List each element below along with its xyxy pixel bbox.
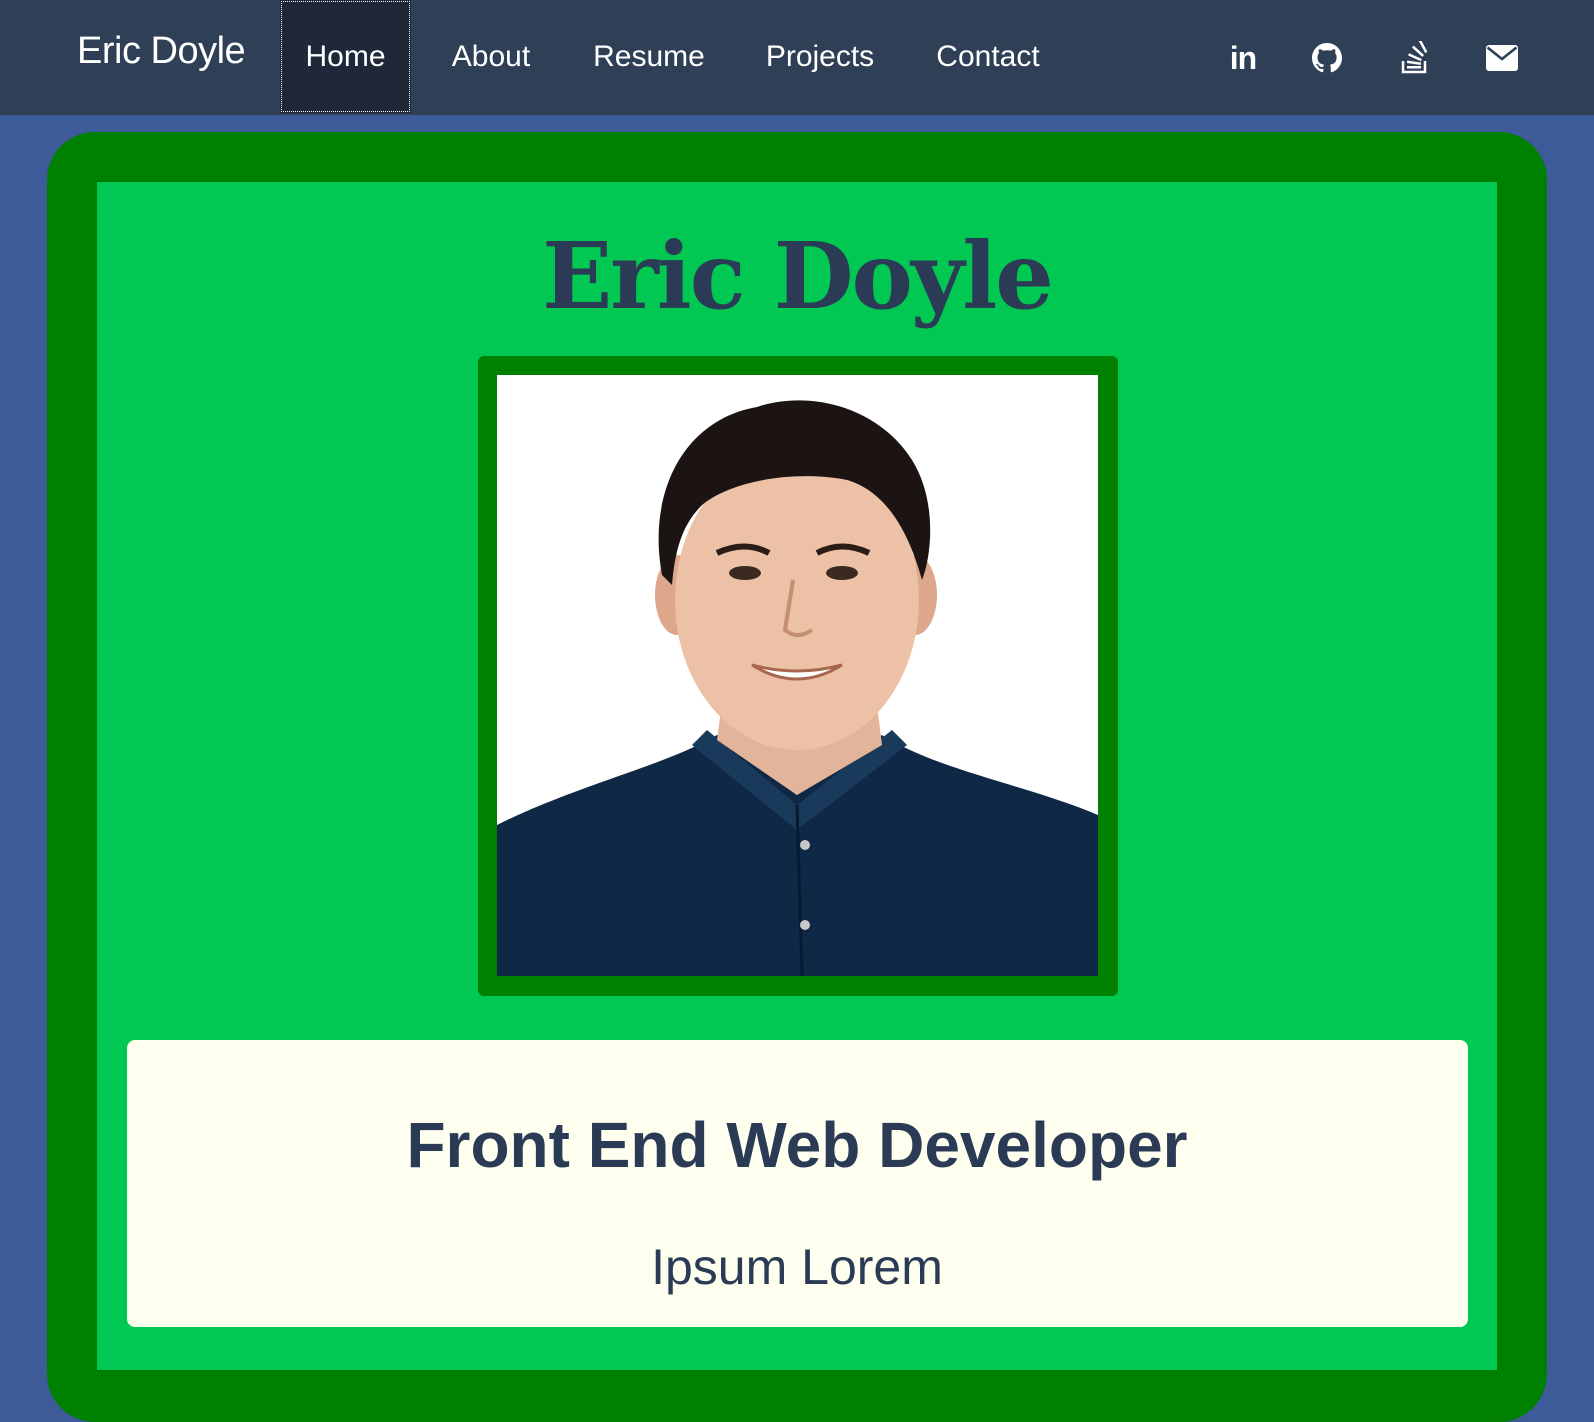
stack-overflow-icon xyxy=(1400,41,1430,75)
nav-contact[interactable]: Contact xyxy=(914,0,1062,113)
hero-name: Eric Doyle xyxy=(542,222,1054,330)
job-title: Front End Web Developer xyxy=(406,1109,1188,1181)
profile-photo-illustration xyxy=(497,375,1098,976)
brand-link[interactable]: Eric Doyle xyxy=(77,30,246,73)
tagline-subtitle: Ipsum Lorem xyxy=(651,1239,943,1295)
nav-about[interactable]: About xyxy=(423,0,559,113)
nav-home[interactable]: Home xyxy=(280,0,411,113)
linkedin-icon: in xyxy=(1229,39,1257,76)
github-link[interactable] xyxy=(1303,34,1351,82)
github-icon xyxy=(1312,43,1342,73)
navbar: Eric Doyle Home About Resume Projects Co… xyxy=(0,0,1594,115)
envelope-icon xyxy=(1486,45,1518,71)
nav-projects[interactable]: Projects xyxy=(742,0,898,113)
nav-resume[interactable]: Resume xyxy=(576,0,722,113)
linkedin-link[interactable]: in xyxy=(1219,34,1267,82)
stack-overflow-link[interactable] xyxy=(1391,34,1439,82)
email-link[interactable] xyxy=(1478,34,1526,82)
profile-photo xyxy=(497,375,1098,976)
